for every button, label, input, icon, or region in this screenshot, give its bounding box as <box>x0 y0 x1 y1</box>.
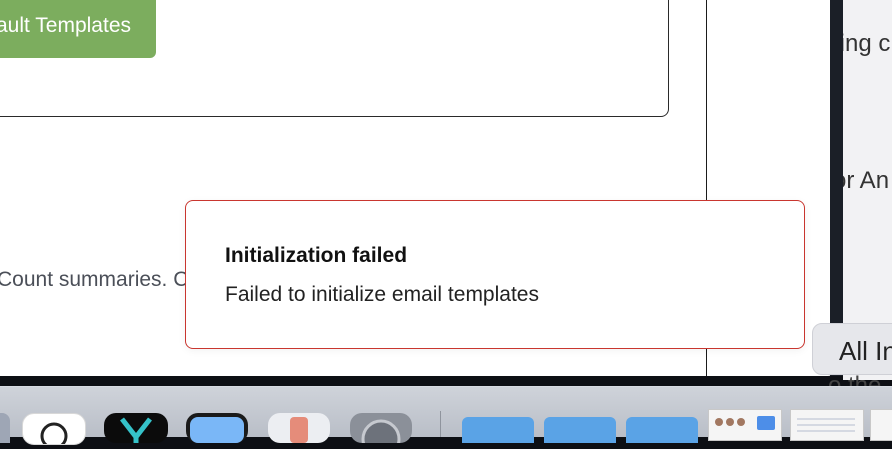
background-text-middle: or An <box>843 167 890 194</box>
summary-text: Count summaries. C <box>0 268 189 291</box>
kanban-app-icon[interactable] <box>104 413 168 443</box>
folder-icon[interactable] <box>626 417 698 443</box>
document-line <box>797 430 855 432</box>
preview-app-icon[interactable] <box>186 413 248 443</box>
document-thumbnail[interactable] <box>870 409 892 441</box>
templates-card: Default Templates <box>0 0 669 117</box>
toast-message: Failed to initialize email templates <box>225 283 539 306</box>
app-icon[interactable] <box>0 413 10 443</box>
all-in-button-label: All In <box>839 336 892 366</box>
document-line <box>797 418 855 420</box>
default-templates-button[interactable]: Default Templates <box>0 0 156 58</box>
folder-icon[interactable] <box>544 417 616 443</box>
iphone-mirroring-icon[interactable] <box>268 413 330 443</box>
dock <box>0 386 892 449</box>
avatar <box>715 418 723 426</box>
avatar <box>737 418 745 426</box>
system-settings-icon[interactable] <box>350 413 412 449</box>
all-in-button[interactable]: All In <box>812 323 892 375</box>
default-templates-button-label: Default Templates <box>0 14 131 37</box>
chatgpt-icon[interactable] <box>22 413 86 449</box>
document-line <box>797 424 855 426</box>
avatar <box>726 418 734 426</box>
window-frame <box>830 0 843 376</box>
message-preview <box>757 416 775 430</box>
screenshot-thumbnail[interactable] <box>708 409 782 441</box>
folder-icon[interactable] <box>462 417 534 443</box>
toast-title: Initialization failed <box>225 244 408 267</box>
dock-separator <box>440 411 441 437</box>
error-toast[interactable]: Initialization failed Failed to initiali… <box>185 200 805 349</box>
document-thumbnail[interactable] <box>790 409 864 441</box>
background-text-top: ting c <box>843 30 891 57</box>
